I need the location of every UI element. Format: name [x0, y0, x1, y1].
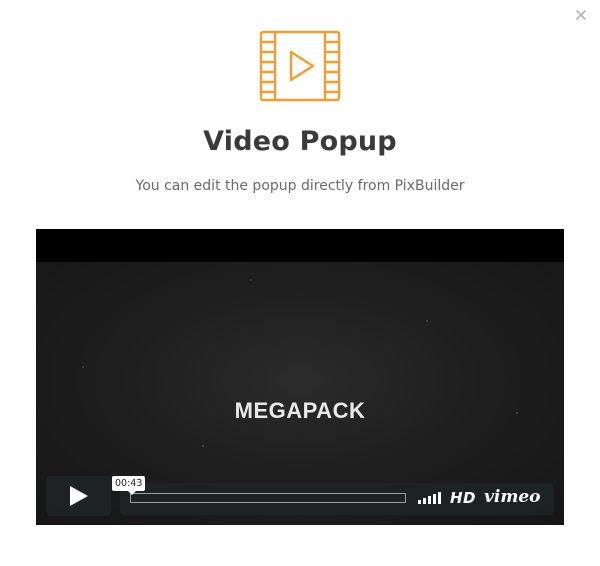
dust-speck	[82, 366, 84, 368]
film-play-icon	[259, 30, 341, 102]
volume-bars-icon[interactable]	[418, 492, 442, 504]
vimeo-logo[interactable]: vimeo	[484, 487, 540, 507]
popup-dialog: Video Popup You can edit the popup direc…	[0, 0, 600, 566]
play-button[interactable]	[46, 476, 111, 516]
popup-title: Video Popup	[203, 126, 397, 157]
time-tooltip: 00:43	[112, 476, 146, 495]
dust-speck	[202, 445, 204, 447]
hd-toggle[interactable]: HD	[450, 489, 476, 507]
dust-speck	[426, 320, 428, 322]
play-icon	[70, 486, 88, 506]
popup-subtitle: You can edit the popup directly from Pix…	[135, 178, 465, 194]
dust-speck	[250, 279, 252, 281]
progress-bar[interactable]	[130, 493, 406, 503]
video-player[interactable]: MEGAPACK HD vimeo 00:43	[36, 229, 564, 525]
close-icon[interactable]	[574, 8, 588, 22]
controls-bar: HD vimeo	[120, 483, 554, 515]
video-frame-text: MEGAPACK	[234, 398, 366, 423]
